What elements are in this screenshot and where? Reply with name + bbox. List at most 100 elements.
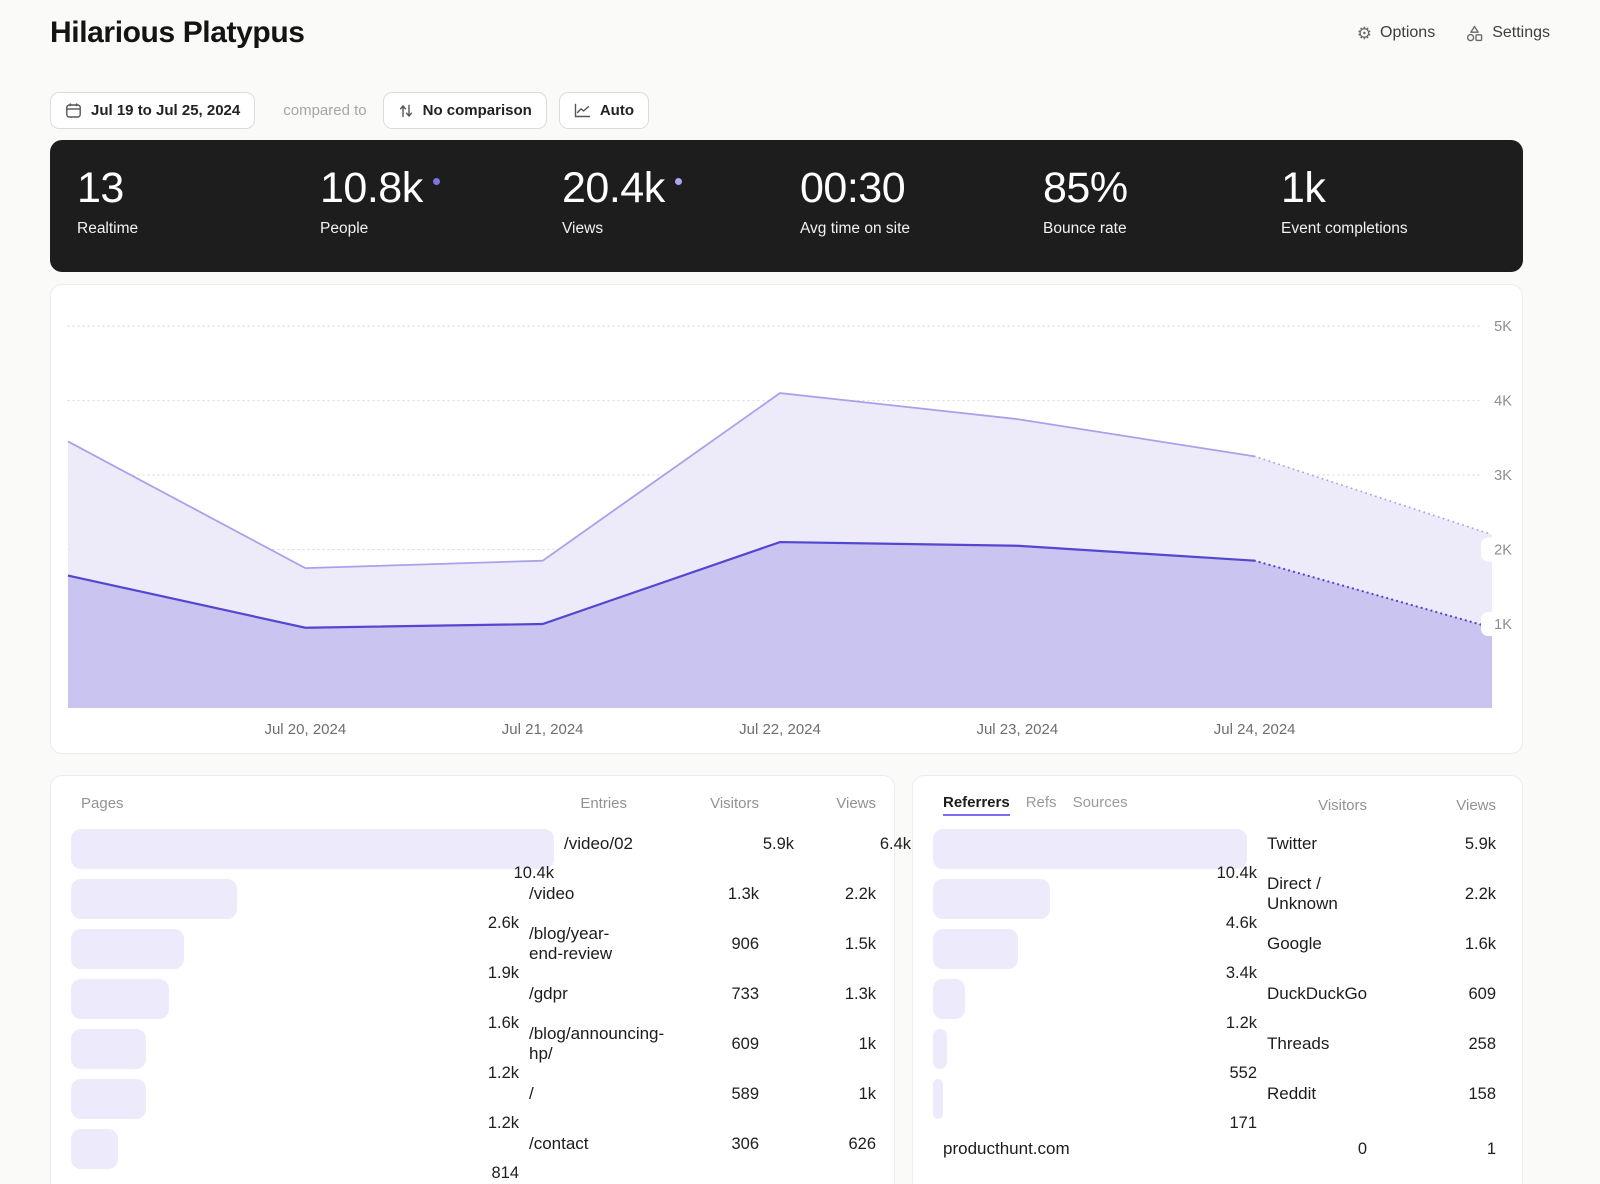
series-dot-icon [675, 178, 682, 185]
row-value-bar [71, 1079, 146, 1119]
traffic-chart-card: 1K2K3K4K5KJul 20, 2024Jul 21, 2024Jul 22… [50, 284, 1523, 754]
row-visitors: 1k [759, 1085, 876, 1104]
row-value-bar [933, 1079, 943, 1119]
tab-sources[interactable]: Sources [1073, 794, 1128, 814]
referrers-table-body: Twitter5.9k10.4kDirect / Unknown2.2k4.6k… [933, 824, 1496, 1174]
row-value-bar [71, 1029, 146, 1069]
tab-referrers[interactable]: Referrers [943, 794, 1010, 816]
row-label: /contact [519, 1134, 627, 1154]
table-row[interactable]: /blog/year-end-review9061.5k1.9k [71, 924, 876, 974]
date-range-button[interactable]: Jul 19 to Jul 25, 2024 [50, 92, 255, 129]
table-row[interactable]: /blog/announcing-hp/6091k1.2k [71, 1024, 876, 1074]
row-value-bar [71, 1129, 118, 1169]
svg-text:Jul 20, 2024: Jul 20, 2024 [264, 721, 346, 738]
table-row[interactable]: /gdpr7331.3k1.6k [71, 974, 876, 1024]
row-entries: 306 [627, 1135, 759, 1154]
row-entries: 609 [627, 1035, 759, 1054]
row-entries: 5.9k [662, 835, 794, 854]
arrows-up-down-icon [398, 103, 414, 119]
row-label: /blog/announcing-hp/ [519, 1024, 627, 1064]
row-visitors: 1.6k [1367, 935, 1496, 954]
row-value-bar [71, 979, 169, 1019]
stat-label: Avg time on site [800, 220, 910, 238]
row-visitors: 2.2k [1367, 885, 1496, 904]
svg-text:Jul 23, 2024: Jul 23, 2024 [976, 721, 1058, 738]
chart-mode-button[interactable]: Auto [559, 92, 649, 129]
stat-label: Bounce rate [1043, 220, 1128, 238]
row-value-bar [933, 829, 1247, 869]
svg-text:Jul 24, 2024: Jul 24, 2024 [1214, 721, 1296, 738]
comparison-button[interactable]: No comparison [383, 92, 547, 129]
tab-refs[interactable]: Refs [1026, 794, 1057, 814]
row-visitors: 158 [1367, 1085, 1496, 1104]
svg-text:Jul 21, 2024: Jul 21, 2024 [502, 721, 584, 738]
table-row[interactable]: Reddit158171 [933, 1074, 1496, 1124]
controls-row: Jul 19 to Jul 25, 2024 compared to No co… [50, 92, 649, 129]
row-label: / [519, 1084, 627, 1104]
stat-value: 1k [1281, 166, 1408, 211]
row-visitors: 1.5k [759, 935, 876, 954]
svg-text:3K: 3K [1494, 468, 1512, 484]
svg-text:2K: 2K [1494, 543, 1512, 559]
app-header: Hilarious Platypus ⚙ Options Settings [50, 16, 1550, 50]
svg-text:1K: 1K [1494, 617, 1512, 633]
pages-title: Pages [81, 795, 124, 812]
row-visitors: 6.4k [794, 835, 911, 854]
table-row[interactable]: Twitter5.9k10.4k [933, 824, 1496, 874]
stat-realtime: 13Realtime [77, 166, 138, 238]
row-views: 1 [1367, 1140, 1496, 1159]
column-header-visitors: Visitors [1257, 797, 1367, 814]
row-value-bar [71, 829, 554, 869]
table-row[interactable]: Direct / Unknown2.2k4.6k [933, 874, 1496, 924]
row-label: Twitter [1257, 834, 1367, 854]
stat-label: People [320, 220, 440, 238]
table-row[interactable]: /video1.3k2.2k2.6k [71, 874, 876, 924]
row-visitors: 626 [759, 1135, 876, 1154]
svg-text:Jul 22, 2024: Jul 22, 2024 [739, 721, 821, 738]
table-row[interactable]: /5891k1.2k [71, 1074, 876, 1124]
pages-panel: Pages Entries Visitors Views /video/025.… [50, 775, 895, 1184]
table-row-partial [71, 1174, 876, 1184]
table-row[interactable]: Threads258552 [933, 1024, 1496, 1074]
header-actions: ⚙ Options Settings [1357, 24, 1550, 43]
row-entries: 1.3k [627, 885, 759, 904]
column-header-entries: Entries [519, 795, 627, 812]
stat-value: 85% [1043, 166, 1128, 211]
comparison-label: No comparison [423, 102, 532, 119]
table-row[interactable]: /video/025.9k6.4k10.4k [71, 824, 876, 874]
stat-event-completions: 1kEvent completions [1281, 166, 1408, 238]
table-row[interactable]: /contact306626814 [71, 1124, 876, 1174]
traffic-chart-svg[interactable]: 1K2K3K4K5KJul 20, 2024Jul 21, 2024Jul 22… [51, 285, 1522, 753]
gear-icon: ⚙ [1357, 25, 1372, 42]
table-row[interactable]: DuckDuckGo6091.2k [933, 974, 1496, 1024]
options-label: Options [1380, 24, 1435, 42]
row-visitors: 5.9k [1367, 835, 1496, 854]
date-range-label: Jul 19 to Jul 25, 2024 [91, 102, 240, 119]
pages-table-body: /video/025.9k6.4k10.4k/video1.3k2.2k2.6k… [71, 824, 876, 1184]
row-label: DuckDuckGo [1257, 984, 1367, 1004]
row-label: /video/02 [554, 834, 662, 854]
row-label: Direct / Unknown [1257, 874, 1367, 914]
pages-table-header: Pages Entries Visitors Views [71, 794, 876, 812]
series-dot-icon [433, 178, 440, 185]
row-value-bar [71, 879, 237, 919]
row-entries: 906 [627, 935, 759, 954]
page-title: Hilarious Platypus [50, 16, 305, 50]
table-row[interactable]: producthunt.com01 [933, 1124, 1496, 1174]
column-header-views: Views [1367, 797, 1496, 814]
row-label: producthunt.com [933, 1139, 1257, 1159]
settings-button[interactable]: Settings [1465, 24, 1550, 43]
stat-people: 10.8kPeople [320, 166, 440, 238]
row-value-bar [933, 879, 1050, 919]
compared-to-label: compared to [283, 102, 366, 119]
row-value-bar [933, 929, 1018, 969]
row-visitors: 609 [1367, 985, 1496, 1004]
shapes-icon [1465, 24, 1484, 43]
analytics-dashboard: Hilarious Platypus ⚙ Options Settings [0, 0, 1600, 1184]
row-visitors: 1k [759, 1035, 876, 1054]
row-label: /blog/year-end-review [519, 924, 627, 964]
row-label: Reddit [1257, 1084, 1367, 1104]
options-button[interactable]: ⚙ Options [1357, 24, 1435, 42]
table-row[interactable]: Google1.6k3.4k [933, 924, 1496, 974]
svg-text:5K: 5K [1494, 319, 1512, 335]
